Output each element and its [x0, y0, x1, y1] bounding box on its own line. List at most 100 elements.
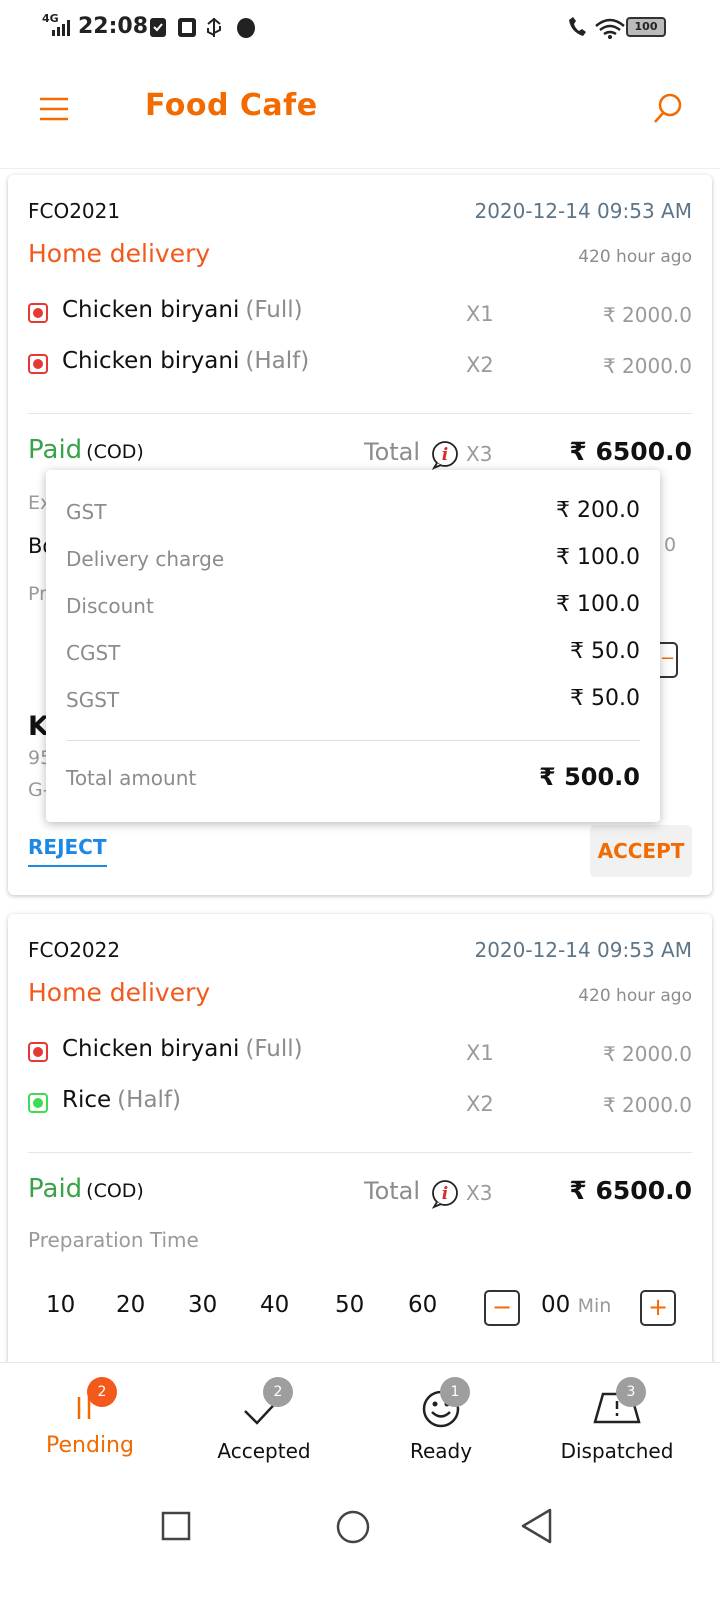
prep-unit: Min [577, 1295, 612, 1317]
order-card: FCO2022 2020-12-14 09:53 AM Home deliver… [8, 914, 712, 1434]
divider [28, 1152, 692, 1153]
item-title: Rice [62, 1087, 112, 1113]
item-price: ₹ 2000.0 [602, 1093, 692, 1117]
prep-time-value: 00 Min [541, 1292, 611, 1318]
svg-text:i: i [442, 1184, 448, 1204]
non-veg-icon [28, 1042, 48, 1062]
order-type: Home delivery [28, 239, 211, 268]
bill-row-label: SGST [66, 688, 120, 712]
item-variant: (Full) [245, 1036, 303, 1062]
bill-row-value: ₹ 200.0 [556, 498, 640, 523]
increment-button[interactable]: + [640, 1290, 676, 1326]
total-amount: ₹ 6500.0 [569, 1176, 692, 1205]
page-title: Food Cafe [145, 88, 318, 123]
payment-status: Paid (COD) [28, 435, 144, 465]
back-button[interactable] [520, 1507, 554, 1545]
prep-option[interactable]: 60 [408, 1292, 437, 1318]
clock: 22:08 [78, 14, 149, 39]
tab-accepted[interactable]: 2 Accepted [174, 1363, 354, 1488]
partial-text: Pr [28, 583, 47, 605]
paid-label: Paid [28, 435, 83, 465]
order-id: FCO2022 [28, 938, 121, 962]
notification-icons [148, 16, 260, 44]
item-variant: (Half) [245, 348, 310, 374]
prep-option[interactable]: 10 [46, 1292, 75, 1318]
total-label: Total [364, 1177, 421, 1205]
badge: 3 [616, 1377, 646, 1407]
battery-level: 100 [634, 20, 658, 33]
order-age: 420 hour ago [578, 247, 692, 267]
divider [66, 740, 640, 741]
item-qty: X1 [466, 302, 494, 326]
total-qty: X3 [466, 442, 493, 466]
order-datetime: 2020-12-14 09:53 AM [474, 199, 692, 223]
divider [28, 413, 692, 414]
tab-dispatched[interactable]: 3 Dispatched [527, 1363, 707, 1488]
item-name: Chicken biryani (Full) [62, 297, 303, 323]
system-nav-bar [0, 1487, 720, 1600]
prep-option[interactable]: 40 [260, 1292, 289, 1318]
prep-option[interactable]: 50 [335, 1292, 364, 1318]
total-qty: X3 [466, 1181, 493, 1205]
item-title: Chicken biryani [62, 297, 240, 323]
badge: 2 [87, 1377, 117, 1407]
bill-row-value: ₹ 50.0 [570, 639, 640, 664]
item-price: ₹ 2000.0 [602, 303, 692, 327]
bill-total-value: ₹ 500.0 [539, 763, 640, 791]
partial-stepper: − [660, 642, 678, 678]
bill-row-value: ₹ 100.0 [556, 592, 640, 617]
bill-breakdown-popup: GST ₹ 200.0 Delivery charge ₹ 100.0 Disc… [46, 470, 660, 822]
home-button[interactable] [335, 1509, 371, 1545]
prep-option[interactable]: 30 [188, 1292, 217, 1318]
app-bar: Food Cafe [0, 56, 720, 169]
payment-mode: (COD) [86, 441, 144, 463]
payment-status: Paid (COD) [28, 1174, 144, 1204]
signal-icon: 4G [42, 12, 74, 38]
battery-icon: 100 [626, 17, 666, 37]
tab-label: Dispatched [560, 1439, 674, 1463]
badge: 2 [263, 1377, 293, 1407]
item-variant: (Full) [245, 297, 303, 323]
badge: 1 [440, 1377, 470, 1407]
wifi-call-icons [566, 16, 626, 44]
item-name: Chicken biryani (Half) [62, 348, 309, 374]
bottom-nav: 2 Pending 2 Accepted 1 Ready 3 Dispatche… [0, 1362, 720, 1488]
info-icon[interactable]: i [431, 440, 459, 470]
status-bar: 4G 22:08 100 [0, 0, 720, 56]
decrement-button[interactable]: − [484, 1290, 520, 1326]
item-price: ₹ 2000.0 [602, 1042, 692, 1066]
search-icon[interactable] [650, 92, 684, 126]
accept-button[interactable]: ACCEPT [590, 825, 692, 877]
bill-total-label: Total amount [66, 766, 197, 790]
item-price: ₹ 2000.0 [602, 354, 692, 378]
tab-label: Pending [46, 1433, 134, 1458]
item-qty: X2 [466, 1092, 494, 1116]
reject-button[interactable]: REJECT [28, 835, 107, 867]
tab-ready[interactable]: 1 Ready [351, 1363, 531, 1488]
item-title: Chicken biryani [62, 1036, 240, 1062]
prep-option[interactable]: 20 [116, 1292, 145, 1318]
bill-row-label: Discount [66, 594, 154, 618]
order-datetime: 2020-12-14 09:53 AM [474, 938, 692, 962]
item-variant: (Half) [117, 1087, 181, 1113]
prep-minutes: 00 [541, 1292, 571, 1318]
bill-row-label: CGST [66, 641, 121, 665]
paid-label: Paid [28, 1174, 83, 1204]
total-label: Total [364, 438, 421, 466]
info-icon[interactable]: i [431, 1179, 459, 1209]
total-amount: ₹ 6500.0 [569, 437, 692, 466]
item-name: Chicken biryani (Full) [62, 1036, 303, 1062]
item-title: Chicken biryani [62, 348, 240, 374]
veg-icon [28, 1093, 48, 1113]
item-qty: X1 [466, 1041, 494, 1065]
bill-row-value: ₹ 50.0 [570, 686, 640, 711]
order-age: 420 hour ago [578, 986, 692, 1006]
tab-label: Ready [409, 1439, 473, 1463]
bill-row-label: GST [66, 500, 107, 524]
bill-row-value: ₹ 100.0 [556, 545, 640, 570]
hamburger-icon[interactable] [38, 94, 72, 124]
tab-label: Accepted [217, 1439, 311, 1463]
recent-apps-button[interactable] [161, 1511, 191, 1541]
non-veg-icon [28, 303, 48, 323]
tab-pending[interactable]: 2 Pending [0, 1363, 180, 1488]
